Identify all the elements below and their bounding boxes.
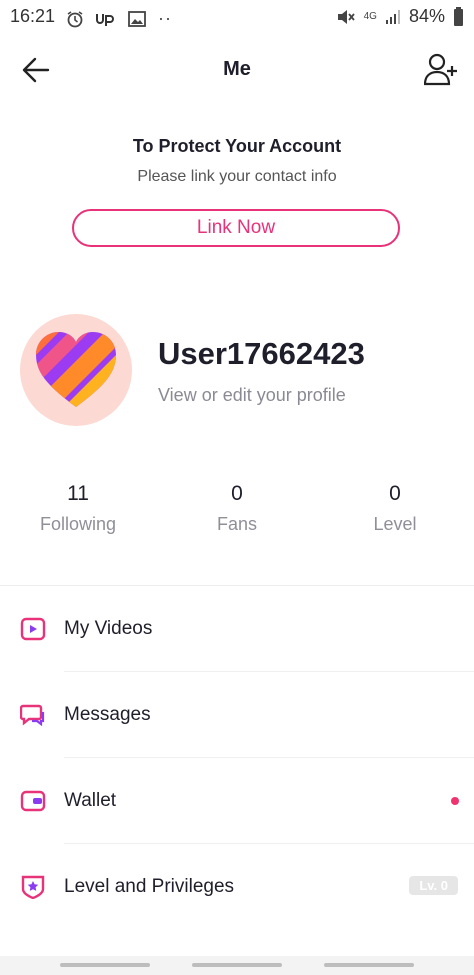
menu-item-my-videos[interactable]: My Videos [0,586,474,672]
menu-label-wallet: Wallet [64,790,117,811]
heart-logo-icon [36,332,116,407]
stat-following[interactable]: 11 Following [18,482,138,535]
following-label: Following [39,514,117,534]
menu-label-level-privileges: Level and Privileges [64,876,235,897]
nav-back-pill[interactable] [324,963,414,967]
view-edit-profile-link[interactable]: View or edit your profile [158,385,346,406]
add-friend-button[interactable] [423,52,460,86]
following-count: 11 [67,482,89,505]
link-now-button[interactable]: Link Now [72,209,400,247]
top-header: Me [0,44,474,94]
protect-account-subtitle: Please link your contact info [137,168,337,185]
menu-item-wallet[interactable]: Wallet [0,758,474,844]
mute-icon [337,9,355,24]
level-badge: Lv. 0 [409,876,458,895]
menu-item-level-privileges[interactable]: Level and Privileges Lv. 0 [0,844,474,930]
status-time: 16:21 [10,6,56,26]
app-notification-icon [96,13,114,26]
menu-label-my-videos: My Videos [64,618,153,639]
add-user-icon [423,53,457,86]
protect-account-title: To Protect Your Account [132,136,342,156]
level-shield-icon [21,875,45,899]
page-title: Me [223,58,251,80]
avatar[interactable] [20,314,132,426]
network-type: 4G [363,11,377,22]
nav-home-pill[interactable] [192,963,282,967]
fans-count: 0 [231,482,243,505]
level-label: Level [373,514,417,534]
signal-icon [385,9,400,24]
more-notifications-icon: ·· [158,8,172,28]
battery-percent: 84% [408,6,445,26]
image-icon [128,10,146,27]
fans-label: Fans [216,514,258,534]
menu-item-messages[interactable]: Messages [0,672,474,758]
wallet-icon [20,790,46,812]
messages-icon [20,704,45,727]
alarm-clock-icon [67,10,83,27]
username[interactable]: User17662423 [158,336,365,372]
status-system-icons: 4G 84% [336,6,464,27]
stat-level[interactable]: 0 Level [335,482,455,535]
battery-icon [454,6,463,26]
menu-label-messages: Messages [64,704,151,725]
notification-dot [451,797,459,805]
level-count: 0 [389,482,401,505]
status-notification-icons: ·· [66,8,172,29]
status-bar: 16:21 ·· 4G 84% [0,0,474,36]
stat-fans[interactable]: 0 Fans [177,482,297,535]
video-icon [20,617,46,641]
nav-recents-pill[interactable] [60,963,150,967]
system-nav-bar [0,956,474,975]
